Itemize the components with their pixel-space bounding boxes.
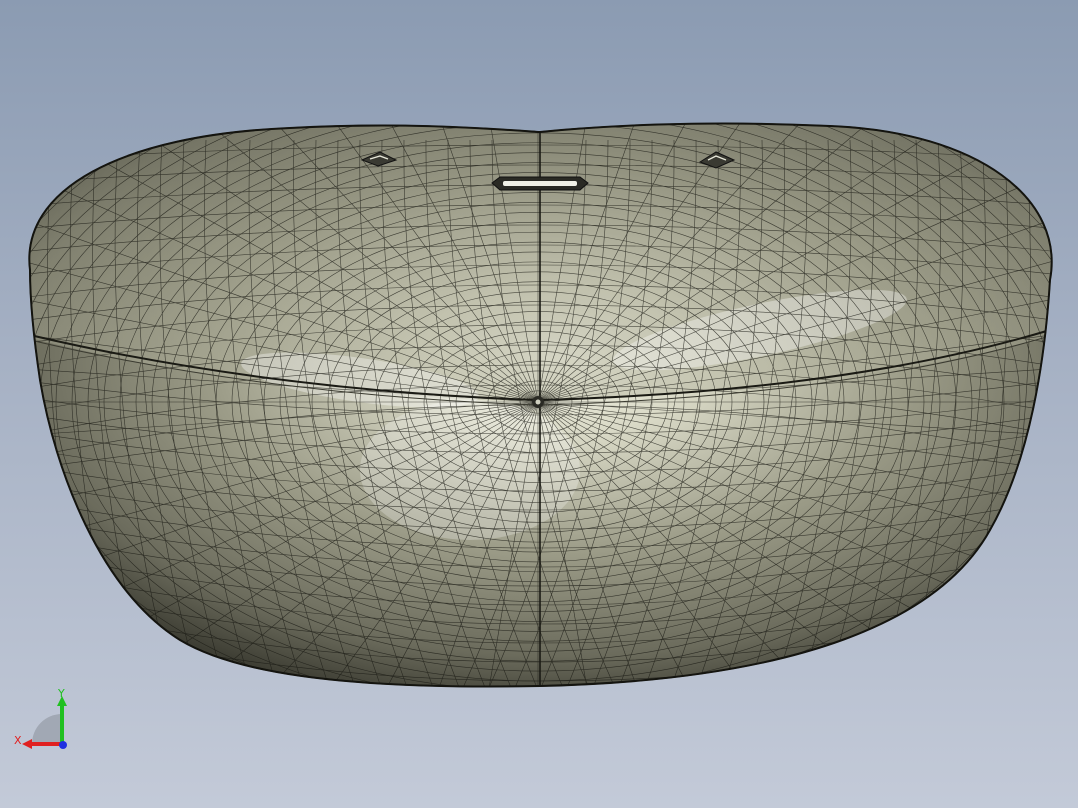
slot-opening-icon[interactable] bbox=[491, 176, 589, 191]
graphics-viewport[interactable]: Y X bbox=[0, 0, 1078, 808]
center-hub-icon bbox=[532, 396, 544, 408]
model-render[interactable] bbox=[0, 0, 1078, 808]
coordinate-triad[interactable]: Y X bbox=[10, 686, 80, 752]
triad-quarter-disc bbox=[32, 714, 62, 744]
y-axis-label: Y bbox=[57, 687, 65, 700]
z-axis-dot bbox=[59, 741, 67, 749]
x-axis-arrowhead bbox=[22, 739, 32, 749]
x-axis-label: X bbox=[14, 734, 22, 747]
